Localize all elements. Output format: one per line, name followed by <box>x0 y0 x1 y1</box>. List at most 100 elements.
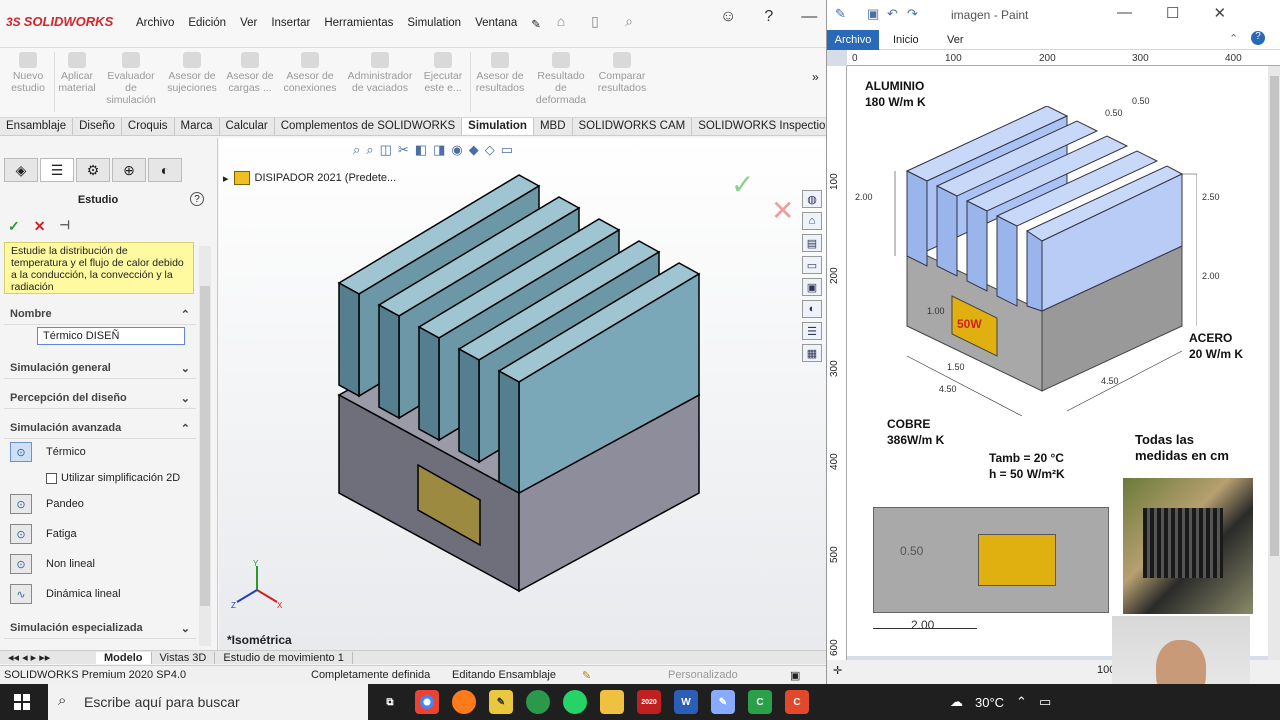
paint-canvas[interactable]: ALUMINIO 180 W/m K ACERO 20 W/m K COBRE 386… <box>847 66 1268 656</box>
search-icon[interactable]: ⌕ <box>620 12 638 30</box>
simulation-evaluator-button[interactable]: Evaluador de simulación <box>102 52 160 106</box>
ok-check-icon[interactable]: ✓ <box>8 218 20 235</box>
custom-properties-icon[interactable]: ☰ <box>802 322 822 340</box>
graphics-viewport[interactable]: ⌕ ⌕ ◫ ✂ ◧ ◨ ◉ ◆ ◇ ▭ ▸ DISIPADOR 2021 (Pr… <box>219 138 826 650</box>
home-icon[interactable]: ⌂ <box>802 212 822 230</box>
display-style-icon[interactable]: ◨ <box>433 142 445 158</box>
configuration-manager-icon[interactable]: ⚙ <box>76 158 110 182</box>
section-simulacion-especializada[interactable]: Simulación especializada ⌄ <box>4 622 196 639</box>
status-options-icon[interactable]: ▣ <box>790 669 800 682</box>
taskbar-search[interactable]: ⌕ Escribe aquí para buscar <box>48 684 368 720</box>
menu-simulation[interactable]: Simulation <box>407 17 461 31</box>
paint-file-tab[interactable]: Archivo <box>827 30 879 50</box>
tab-modelo[interactable]: Modelo <box>96 651 152 664</box>
help-icon[interactable]: ? <box>190 192 204 206</box>
heatsink-model[interactable] <box>329 168 709 598</box>
feature-manager-icon[interactable]: ◈ <box>4 158 38 182</box>
solidworks-logo[interactable]: 3S SOLIDWORKS <box>6 14 113 29</box>
user-icon[interactable]: ☺ <box>720 8 736 28</box>
windows-start-icon[interactable] <box>14 694 30 710</box>
run-study-button[interactable]: Ejecutar este e... <box>420 52 466 94</box>
tab-estudio-movimiento[interactable]: Estudio de movimiento 1 <box>215 651 353 664</box>
option-pandeo[interactable]: ⊙ Pandeo <box>10 494 84 514</box>
display-manager-icon[interactable]: ◐ <box>148 158 182 182</box>
ribbon-more-icon[interactable]: » <box>812 70 819 84</box>
new-study-button[interactable]: Nuevo estudio <box>6 52 50 94</box>
pane-scrollbar[interactable] <box>199 246 211 646</box>
zoom-fit-icon[interactable]: ⌕ <box>353 142 360 158</box>
collapse-ribbon-icon[interactable]: ⌃ <box>1229 32 1238 45</box>
tab-simulation[interactable]: Simulation <box>462 118 534 135</box>
network-icon[interactable]: ▭ <box>1039 694 1051 710</box>
whatsapp-icon[interactable] <box>563 690 587 714</box>
confirm-check-icon[interactable]: ✓ <box>731 168 754 201</box>
menu-herramientas[interactable]: Herramientas <box>324 17 393 31</box>
app-green-icon[interactable] <box>526 690 550 714</box>
close-button[interactable]: ✕ <box>1213 4 1226 22</box>
tab-inicio[interactable]: Inicio <box>893 34 919 46</box>
tab-vistas-3d[interactable]: Vistas 3D <box>152 651 216 664</box>
option-fatiga[interactable]: ⊙ Fatiga <box>10 524 77 544</box>
zoom-area-icon[interactable]: ⌕ <box>366 142 373 158</box>
expand-arrow-icon[interactable]: ▸ <box>223 172 229 185</box>
save-icon[interactable]: ▣ <box>867 6 879 22</box>
section-percepcion-diseno[interactable]: Percepción del diseño ⌄ <box>4 392 196 409</box>
forum-icon[interactable]: ▦ <box>802 344 822 362</box>
minimize-button[interactable]: — <box>801 8 817 28</box>
tab-marca[interactable]: Marca <box>175 118 220 135</box>
apply-material-button[interactable]: Aplicar material <box>56 52 98 94</box>
deformed-result-button[interactable]: Resultado de deformada <box>532 52 590 106</box>
option-termico[interactable]: ⊙ Térmico <box>10 442 86 462</box>
fixtures-advisor-button[interactable]: Asesor de sujeciones <box>164 52 220 94</box>
tab-ver[interactable]: Ver <box>947 34 964 46</box>
word-icon[interactable]: W <box>674 690 698 714</box>
view-orientation-icon[interactable]: ◧ <box>415 142 427 158</box>
tab-diseno[interactable]: Diseño <box>73 118 122 135</box>
loads-advisor-button[interactable]: Asesor de cargas ... <box>222 52 278 94</box>
study-name-input[interactable]: Térmico DISEÑ <box>37 327 185 345</box>
tab-solidworks-cam[interactable]: SOLIDWORKS CAM <box>573 118 693 135</box>
resources-icon[interactable]: ◍ <box>802 190 822 208</box>
task-view-icon[interactable]: ⧉ <box>378 690 402 714</box>
undo-icon[interactable]: ↶ <box>887 6 898 22</box>
shell-manager-button[interactable]: Administrador de vaciados <box>342 52 418 94</box>
tab-ensamblaje[interactable]: Ensamblaje <box>0 118 74 135</box>
confirm-cancel-icon[interactable]: ✕ <box>771 194 794 227</box>
results-advisor-button[interactable]: Asesor de resultados <box>472 52 528 94</box>
section-view-icon[interactable]: ✂ <box>398 142 409 158</box>
camtasia-red-icon[interactable]: C <box>785 690 809 714</box>
section-simulacion-avanzada[interactable]: Simulación avanzada ⌃ <box>4 422 196 439</box>
simplification-2d-checkbox[interactable]: Utilizar simplificación 2D <box>46 472 180 484</box>
menu-archivo[interactable]: Archivo <box>136 17 174 31</box>
paint-vscroll[interactable] <box>1268 66 1280 660</box>
weather-icon[interactable]: ☁ <box>950 694 963 710</box>
pushpin-icon[interactable]: ⊣ <box>59 218 69 235</box>
option-dinamica-lineal[interactable]: ∿ Dinámica lineal <box>10 584 121 604</box>
tab-calcular[interactable]: Calcular <box>220 118 275 135</box>
units-selector[interactable]: Personalizado <box>668 669 738 681</box>
appearance-icon[interactable]: ◆ <box>469 142 479 158</box>
help-icon[interactable]: ? <box>764 8 773 28</box>
solidworks-taskbar-icon[interactable]: 2020 <box>637 690 661 714</box>
home-icon[interactable]: ⌂ <box>552 12 570 30</box>
compare-results-button[interactable]: Comparar resultados <box>594 52 650 94</box>
cancel-x-icon[interactable]: ✕ <box>34 218 46 235</box>
tab-croquis[interactable]: Croquis <box>122 118 175 135</box>
menu-ver[interactable]: Ver <box>240 17 257 31</box>
appearances-icon[interactable]: ◐ <box>802 300 822 318</box>
nombre-section-header[interactable]: Nombre ⌃ <box>4 308 196 325</box>
file-explorer-icon[interactable]: ▭ <box>802 256 822 274</box>
camtasia-green-icon[interactable]: C <box>748 690 772 714</box>
chrome-icon[interactable] <box>415 690 439 714</box>
scrollbar-thumb[interactable] <box>200 286 210 606</box>
option-non-lineal[interactable]: ⊙ Non lineal <box>10 554 95 574</box>
view-settings-icon[interactable]: ▭ <box>501 142 513 158</box>
connections-advisor-button[interactable]: Asesor de conexiones <box>280 52 340 94</box>
section-simulacion-general[interactable]: Simulación general ⌄ <box>4 362 196 379</box>
file-explorer-icon[interactable] <box>600 690 624 714</box>
notes-icon[interactable]: ✎ <box>489 690 513 714</box>
tab-nav-arrows[interactable]: ◂◂ ◂ ▸ ▸▸ <box>0 651 96 664</box>
previous-view-icon[interactable]: ◫ <box>380 142 392 158</box>
new-document-icon[interactable]: ▯ <box>586 12 604 30</box>
property-manager-icon[interactable]: ☰ <box>40 158 74 182</box>
